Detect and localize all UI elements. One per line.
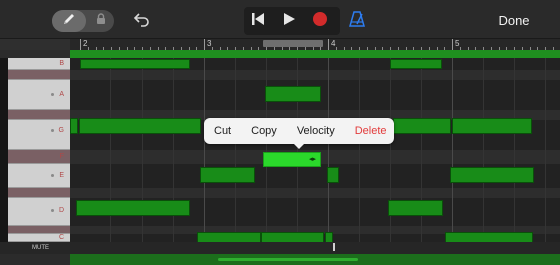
record-button[interactable] — [310, 11, 330, 31]
midi-note[interactable] — [393, 118, 451, 134]
horizontal-scrollbar[interactable] — [218, 258, 358, 261]
play-button[interactable] — [278, 11, 300, 31]
skip-to-start-icon — [250, 12, 266, 31]
key-label: F — [59, 153, 64, 160]
mute-label[interactable]: MUTE — [32, 243, 49, 253]
piano-key[interactable]: C — [8, 234, 70, 242]
midi-note[interactable] — [445, 232, 533, 242]
midi-note[interactable] — [200, 167, 255, 183]
pencil-tool-button[interactable] — [52, 10, 86, 32]
grid-row — [70, 188, 560, 198]
bottom-header — [0, 254, 70, 265]
piano-key[interactable]: D — [8, 198, 70, 226]
tool-selector — [52, 10, 114, 32]
metronome-icon — [349, 10, 365, 32]
piano-roll-editor: Done 2 3 4 5 B A G F E D C ◂▸ Cut Copy V… — [0, 0, 560, 265]
piano-key-black[interactable] — [8, 226, 70, 234]
velocity-menu-item[interactable]: Velocity — [287, 118, 345, 144]
midi-note[interactable] — [390, 59, 442, 69]
bottom-bar — [0, 242, 560, 254]
playhead-marker[interactable] — [263, 40, 323, 47]
bar-grid-line — [204, 58, 205, 242]
key-label: A — [59, 91, 64, 98]
piano-key[interactable]: A — [8, 80, 70, 110]
toolbar: Done — [0, 0, 560, 38]
lock-tool-button[interactable] — [90, 10, 112, 32]
midi-note[interactable] — [452, 118, 532, 134]
copy-menu-item[interactable]: Copy — [241, 118, 287, 144]
piano-key-black[interactable] — [8, 110, 70, 120]
metronome-button[interactable] — [346, 10, 368, 32]
piano-key[interactable]: B — [8, 58, 70, 70]
midi-note[interactable] — [76, 200, 190, 216]
midi-note[interactable] — [70, 118, 78, 134]
midi-note[interactable] — [388, 200, 443, 216]
rewind-button[interactable] — [248, 11, 268, 31]
grid-line — [359, 58, 360, 242]
grid-line — [514, 58, 515, 242]
playhead-handle[interactable] — [333, 243, 335, 251]
note-grid[interactable]: ◂▸ — [70, 58, 560, 242]
record-icon — [312, 11, 328, 32]
grid-line — [545, 58, 546, 242]
piano-key-black[interactable]: F — [8, 150, 70, 164]
piano-key[interactable]: E — [8, 164, 70, 188]
midi-note[interactable] — [79, 118, 201, 134]
undo-arrow-icon — [133, 11, 151, 32]
piano-key-black[interactable] — [8, 70, 70, 80]
piano-keyboard: B A G F E D C — [8, 58, 70, 242]
key-label: B — [59, 60, 64, 67]
key-dot — [51, 209, 54, 212]
key-label: C — [58, 234, 64, 241]
midi-note[interactable] — [325, 232, 333, 242]
key-label: E — [59, 172, 64, 179]
midi-note[interactable] — [80, 59, 190, 69]
midi-note[interactable] — [327, 167, 339, 183]
selected-midi-note[interactable]: ◂▸ — [263, 152, 321, 167]
region-strip[interactable] — [70, 50, 560, 58]
pencil-icon — [62, 12, 76, 31]
grid-line — [235, 58, 236, 242]
piano-key[interactable]: G — [8, 120, 70, 150]
cut-menu-item[interactable]: Cut — [204, 118, 241, 144]
grid-row — [70, 70, 560, 80]
midi-note[interactable] — [197, 232, 261, 242]
key-dot — [51, 174, 54, 177]
note-context-menu: Cut Copy Velocity Delete — [204, 118, 394, 144]
undo-button[interactable] — [130, 10, 154, 32]
done-button[interactable]: Done — [492, 11, 536, 31]
lock-icon — [96, 12, 106, 30]
bar-grid-line — [452, 58, 453, 242]
delete-menu-item[interactable]: Delete — [345, 118, 397, 144]
region-header — [0, 50, 70, 58]
keyboard-edge — [0, 58, 8, 242]
midi-note[interactable] — [450, 167, 534, 183]
play-icon — [282, 12, 296, 31]
key-dot — [51, 93, 54, 96]
bar-grid-line — [328, 58, 329, 242]
key-label: G — [58, 127, 64, 134]
menu-pointer — [293, 143, 305, 149]
piano-key-black[interactable] — [8, 188, 70, 198]
grid-line — [483, 58, 484, 242]
midi-note[interactable] — [265, 86, 321, 102]
midi-note[interactable] — [261, 232, 324, 242]
key-dot — [51, 129, 54, 132]
key-label: D — [58, 207, 64, 214]
resize-handle-icon[interactable]: ◂▸ — [309, 156, 316, 163]
